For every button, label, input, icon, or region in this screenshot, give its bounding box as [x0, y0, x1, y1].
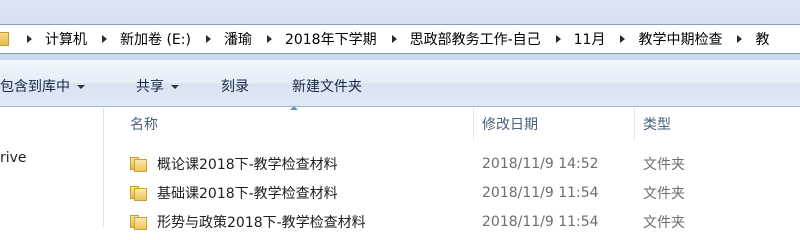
- nav-item-drive[interactable]: rive: [0, 150, 27, 166]
- burn-button[interactable]: 刻录: [221, 76, 249, 96]
- column-header-date-modified[interactable]: 修改日期: [474, 108, 635, 140]
- breadcrumb-midterm-check[interactable]: 教学中期检查: [606, 25, 723, 53]
- file-type: 文件夹: [643, 214, 685, 231]
- breadcrumb-current[interactable]: 教: [723, 25, 770, 53]
- file-date: 2018/11/9 14:52: [482, 155, 599, 172]
- folder-icon: [130, 186, 148, 201]
- sort-ascending-icon: [290, 106, 298, 110]
- file-list: 名称 修改日期 类型 概论课2018下-教学检查材料 2018/11/9 14:…: [105, 106, 800, 231]
- breadcrumb-user[interactable]: 潘瑜: [192, 25, 253, 53]
- breadcrumb-separator-icon[interactable]: [620, 35, 626, 43]
- list-item[interactable]: 概论课2018下-教学检查材料 2018/11/9 14:52 文件夹: [105, 151, 800, 176]
- breadcrumb-separator-icon[interactable]: [737, 35, 743, 43]
- breadcrumb-separator-icon[interactable]: [205, 35, 211, 43]
- breadcrumb-department[interactable]: 思政部教务工作-自己: [378, 25, 542, 53]
- file-date: 2018/11/9 11:54: [482, 184, 599, 201]
- folder-icon: [130, 157, 148, 172]
- share-button[interactable]: 共享: [136, 76, 179, 96]
- breadcrumb-semester[interactable]: 2018年下学期: [253, 25, 378, 53]
- breadcrumb-separator-icon[interactable]: [391, 35, 397, 43]
- address-bar-frame: 计算机 新加卷 (E:) 潘瑜 2018年下学期 思政部教务工作-自己 11月 …: [0, 0, 800, 60]
- breadcrumb-month[interactable]: 11月: [542, 25, 607, 53]
- list-item[interactable]: 形势与政策2018下-教学检查材料 2018/11/9 11:54 文件夹: [105, 209, 800, 234]
- file-date: 2018/11/9 11:54: [482, 213, 599, 230]
- new-folder-button[interactable]: 新建文件夹: [292, 76, 362, 96]
- address-bar[interactable]: 计算机 新加卷 (E:) 潘瑜 2018年下学期 思政部教务工作-自己 11月 …: [0, 24, 800, 54]
- breadcrumb-drive[interactable]: 新加卷 (E:): [88, 25, 192, 53]
- folder-icon: [130, 215, 148, 230]
- navigation-pane: rive: [0, 108, 104, 227]
- column-header-type[interactable]: 类型: [635, 108, 800, 140]
- breadcrumb-computer[interactable]: 计算机: [13, 25, 88, 53]
- file-type: 文件夹: [643, 156, 685, 173]
- column-header-name[interactable]: 名称: [105, 108, 474, 140]
- list-item[interactable]: 基础课2018下-教学检查材料 2018/11/9 11:54 文件夹: [105, 180, 800, 205]
- chevron-down-icon: [77, 85, 85, 89]
- breadcrumb-separator-icon[interactable]: [27, 35, 32, 43]
- chevron-down-icon: [171, 85, 179, 89]
- command-bar: 包含到库中 共享 刻录 新建文件夹: [0, 60, 800, 107]
- file-name: 形势与政策2018下-教学检查材料: [157, 214, 366, 231]
- folder-icon: [0, 32, 9, 46]
- file-type: 文件夹: [643, 185, 685, 202]
- breadcrumb-separator-icon[interactable]: [266, 35, 272, 43]
- breadcrumb-separator-icon[interactable]: [102, 35, 107, 43]
- file-name: 概论课2018下-教学检查材料: [157, 156, 338, 173]
- include-in-library-button[interactable]: 包含到库中: [0, 76, 85, 96]
- breadcrumb-separator-icon[interactable]: [555, 35, 561, 43]
- file-name: 基础课2018下-教学检查材料: [157, 185, 338, 202]
